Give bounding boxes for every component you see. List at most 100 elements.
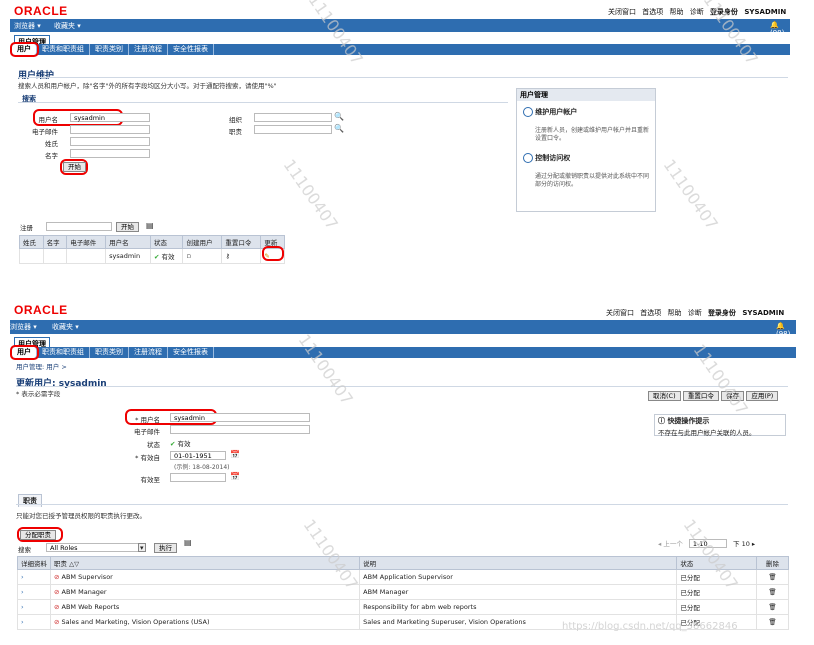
section-divider bbox=[16, 504, 788, 505]
maintain-users-item[interactable]: 维护用户帐户 bbox=[523, 107, 649, 117]
create-user-icon[interactable]: ▫ bbox=[182, 248, 223, 264]
search-icon[interactable]: 🔍 bbox=[334, 124, 344, 133]
col-responsibility[interactable]: 职责 △▽ bbox=[49, 556, 361, 570]
resp-input[interactable] bbox=[254, 125, 332, 134]
footer-url: https://blog.csdn.net/qq_38662846 bbox=[562, 621, 738, 632]
export-icon[interactable]: ▤ bbox=[184, 538, 192, 547]
responsibilities-table: 详细资料 职责 △▽ 说明 状态 删除 › ⊘ ABM Supervisor A… bbox=[17, 556, 789, 630]
firstname-label: 名字 bbox=[45, 152, 58, 160]
pager-prev[interactable]: ◂ 上一个 bbox=[658, 540, 683, 548]
subtab-bar: 用户 职责和职责组 职责类别 注册流程 安全性报表 bbox=[10, 345, 796, 360]
register-select[interactable] bbox=[46, 222, 112, 231]
col-lastname[interactable]: 姓氏 bbox=[19, 235, 44, 249]
email-label: 电子邮件 bbox=[134, 428, 160, 436]
date-example: (示例: 18-08-2014) bbox=[174, 464, 230, 471]
row-username: sysadmin bbox=[105, 248, 151, 264]
calendar-icon[interactable]: 📅 bbox=[230, 472, 240, 481]
go-button[interactable]: 开始 bbox=[63, 162, 86, 172]
col-username[interactable]: 用户名 bbox=[105, 235, 151, 249]
run-button[interactable]: 执行 bbox=[154, 543, 177, 553]
to-date-input[interactable] bbox=[170, 473, 226, 482]
user-results-table: 姓氏 名字 电子邮件 用户名 状态 创建用户 重置口令 更新 sysadmin ✔ 有效 ▫ … bbox=[19, 235, 285, 264]
expand-icon[interactable]: › bbox=[17, 599, 51, 615]
tab-responsibilities-section[interactable]: 职责 bbox=[18, 494, 42, 507]
required-note: * 表示必需字段 bbox=[16, 390, 61, 398]
chevron-down-icon[interactable]: ▾ bbox=[138, 543, 146, 552]
assign-responsibility-button[interactable]: 分配职责 bbox=[20, 530, 56, 540]
favorites-menu[interactable]: 收藏夹 ▾ bbox=[54, 21, 81, 31]
lastname-input[interactable] bbox=[70, 137, 150, 146]
reset-password-button[interactable]: 重置口令 bbox=[682, 391, 719, 401]
maintain-users-desc: 注册新人员，创建或维护用户帐户并且重新设置口令。 bbox=[535, 127, 650, 142]
row-status: 已分配 bbox=[676, 584, 758, 600]
remove-icon: ⊘ bbox=[54, 588, 60, 596]
row-responsibility: ⊘ Sales and Marketing, Vision Operations… bbox=[49, 614, 361, 630]
email-input[interactable] bbox=[170, 425, 310, 434]
panel-title: 用户管理 bbox=[517, 89, 655, 101]
action-buttons: 取消(C) 重置口令 保存 应用(P) bbox=[648, 391, 779, 401]
calendar-icon[interactable]: 📅 bbox=[230, 450, 240, 459]
from-label: * 有效自 bbox=[135, 454, 160, 462]
oracle-logo: ORACLE bbox=[14, 303, 68, 317]
delete-icon[interactable]: 🗑 bbox=[756, 614, 789, 630]
expand-icon[interactable]: › bbox=[17, 584, 51, 600]
from-date-input[interactable]: 01-01-1951 bbox=[170, 451, 226, 460]
row-description: ABM Manager bbox=[359, 584, 678, 600]
email-input[interactable] bbox=[70, 125, 150, 134]
delete-icon[interactable]: 🗑 bbox=[756, 599, 789, 615]
username-label: 用户名 bbox=[38, 116, 59, 124]
register-go-button[interactable]: 开始 bbox=[116, 222, 139, 232]
row-description: ABM Application Supervisor bbox=[359, 569, 678, 585]
tip-box: ⓘ 快捷操作提示 不存在与此用户帐户关联的人员。 bbox=[654, 414, 786, 437]
top-links[interactable]: 关闭窗口 首选项 帮助 诊断 登录身份 SYSADMIN bbox=[608, 7, 786, 17]
tab-responsibilities[interactable]: 职责和职责组 bbox=[37, 44, 90, 55]
top-links[interactable]: 关闭窗口 首选项 帮助 诊断 登录身份 SYSADMIN bbox=[606, 308, 784, 318]
subtab-bar: 用户 职责和职责组 职责类别 注册流程 安全性报表 bbox=[10, 42, 790, 57]
col-firstname[interactable]: 名字 bbox=[42, 235, 68, 249]
delete-icon[interactable]: 🗑 bbox=[756, 569, 789, 585]
browser-menu[interactable]: 浏览器 ▾ bbox=[10, 322, 37, 332]
tab-security-reports[interactable]: 安全性报表 bbox=[168, 347, 214, 358]
tab-users[interactable]: 用户 bbox=[10, 42, 39, 57]
remove-icon: ⊘ bbox=[54, 618, 60, 626]
favorites-menu[interactable]: 收藏夹 ▾ bbox=[52, 322, 79, 332]
app-tab-row: 用户管理 bbox=[12, 335, 796, 350]
expand-icon[interactable]: › bbox=[17, 569, 51, 585]
tab-categories[interactable]: 职责类别 bbox=[90, 347, 129, 358]
info-icon: ⓘ bbox=[658, 417, 665, 425]
title-divider bbox=[16, 386, 788, 387]
apply-button[interactable]: 应用(P) bbox=[746, 391, 779, 401]
firstname-input[interactable] bbox=[70, 149, 150, 158]
org-input[interactable] bbox=[254, 113, 332, 122]
delete-icon[interactable]: 🗑 bbox=[756, 584, 789, 600]
tab-users[interactable]: 用户 bbox=[10, 345, 39, 360]
row-status: 已分配 bbox=[676, 599, 758, 615]
tab-responsibilities[interactable]: 职责和职责组 bbox=[37, 347, 90, 358]
expand-icon[interactable]: › bbox=[17, 614, 51, 630]
row-responsibility: ⊘ ABM Web Reports bbox=[49, 599, 361, 615]
col-create-user: 创建用户 bbox=[182, 235, 223, 249]
username-input[interactable]: sysadmin bbox=[70, 113, 150, 122]
col-delete: 删除 bbox=[756, 556, 789, 570]
row-status: ✔ 有效 bbox=[149, 248, 184, 264]
cancel-button[interactable]: 取消(C) bbox=[648, 391, 681, 401]
tab-registration[interactable]: 注册流程 bbox=[129, 44, 168, 55]
tab-registration[interactable]: 注册流程 bbox=[129, 347, 168, 358]
search-hint: 搜索人员和用户帐户，除"名字"外的所有字段均区分大小写。对于通配符搜索，请使用"… bbox=[18, 82, 277, 90]
browser-menu[interactable]: 浏览器 ▾ bbox=[14, 21, 41, 31]
search-icon[interactable]: 🔍 bbox=[334, 112, 344, 121]
breadcrumb[interactable]: 用户管理: 用户 > bbox=[16, 361, 67, 371]
access-control-item[interactable]: 控制访问权 bbox=[523, 153, 649, 163]
check-icon: ✔ bbox=[153, 253, 160, 261]
reset-password-icon[interactable]: ⚷ bbox=[221, 248, 262, 264]
table-row: › ⊘ ABM Manager ABM Manager 已分配 🗑 bbox=[17, 584, 789, 600]
export-icon[interactable]: ▤ bbox=[146, 221, 154, 230]
role-filter-select[interactable]: All Roles bbox=[46, 543, 146, 552]
watermark: 11100407 bbox=[279, 155, 342, 234]
username-input[interactable]: sysadmin bbox=[170, 413, 310, 422]
tab-security-reports[interactable]: 安全性报表 bbox=[168, 44, 214, 55]
pager-next[interactable]: 下 10 ▸ bbox=[733, 540, 755, 548]
global-nav-bar: 浏览器 ▾ 收藏夹 ▾ 🔔(98) bbox=[10, 19, 790, 37]
tab-categories[interactable]: 职责类别 bbox=[90, 44, 129, 55]
highlight-update bbox=[262, 246, 284, 261]
